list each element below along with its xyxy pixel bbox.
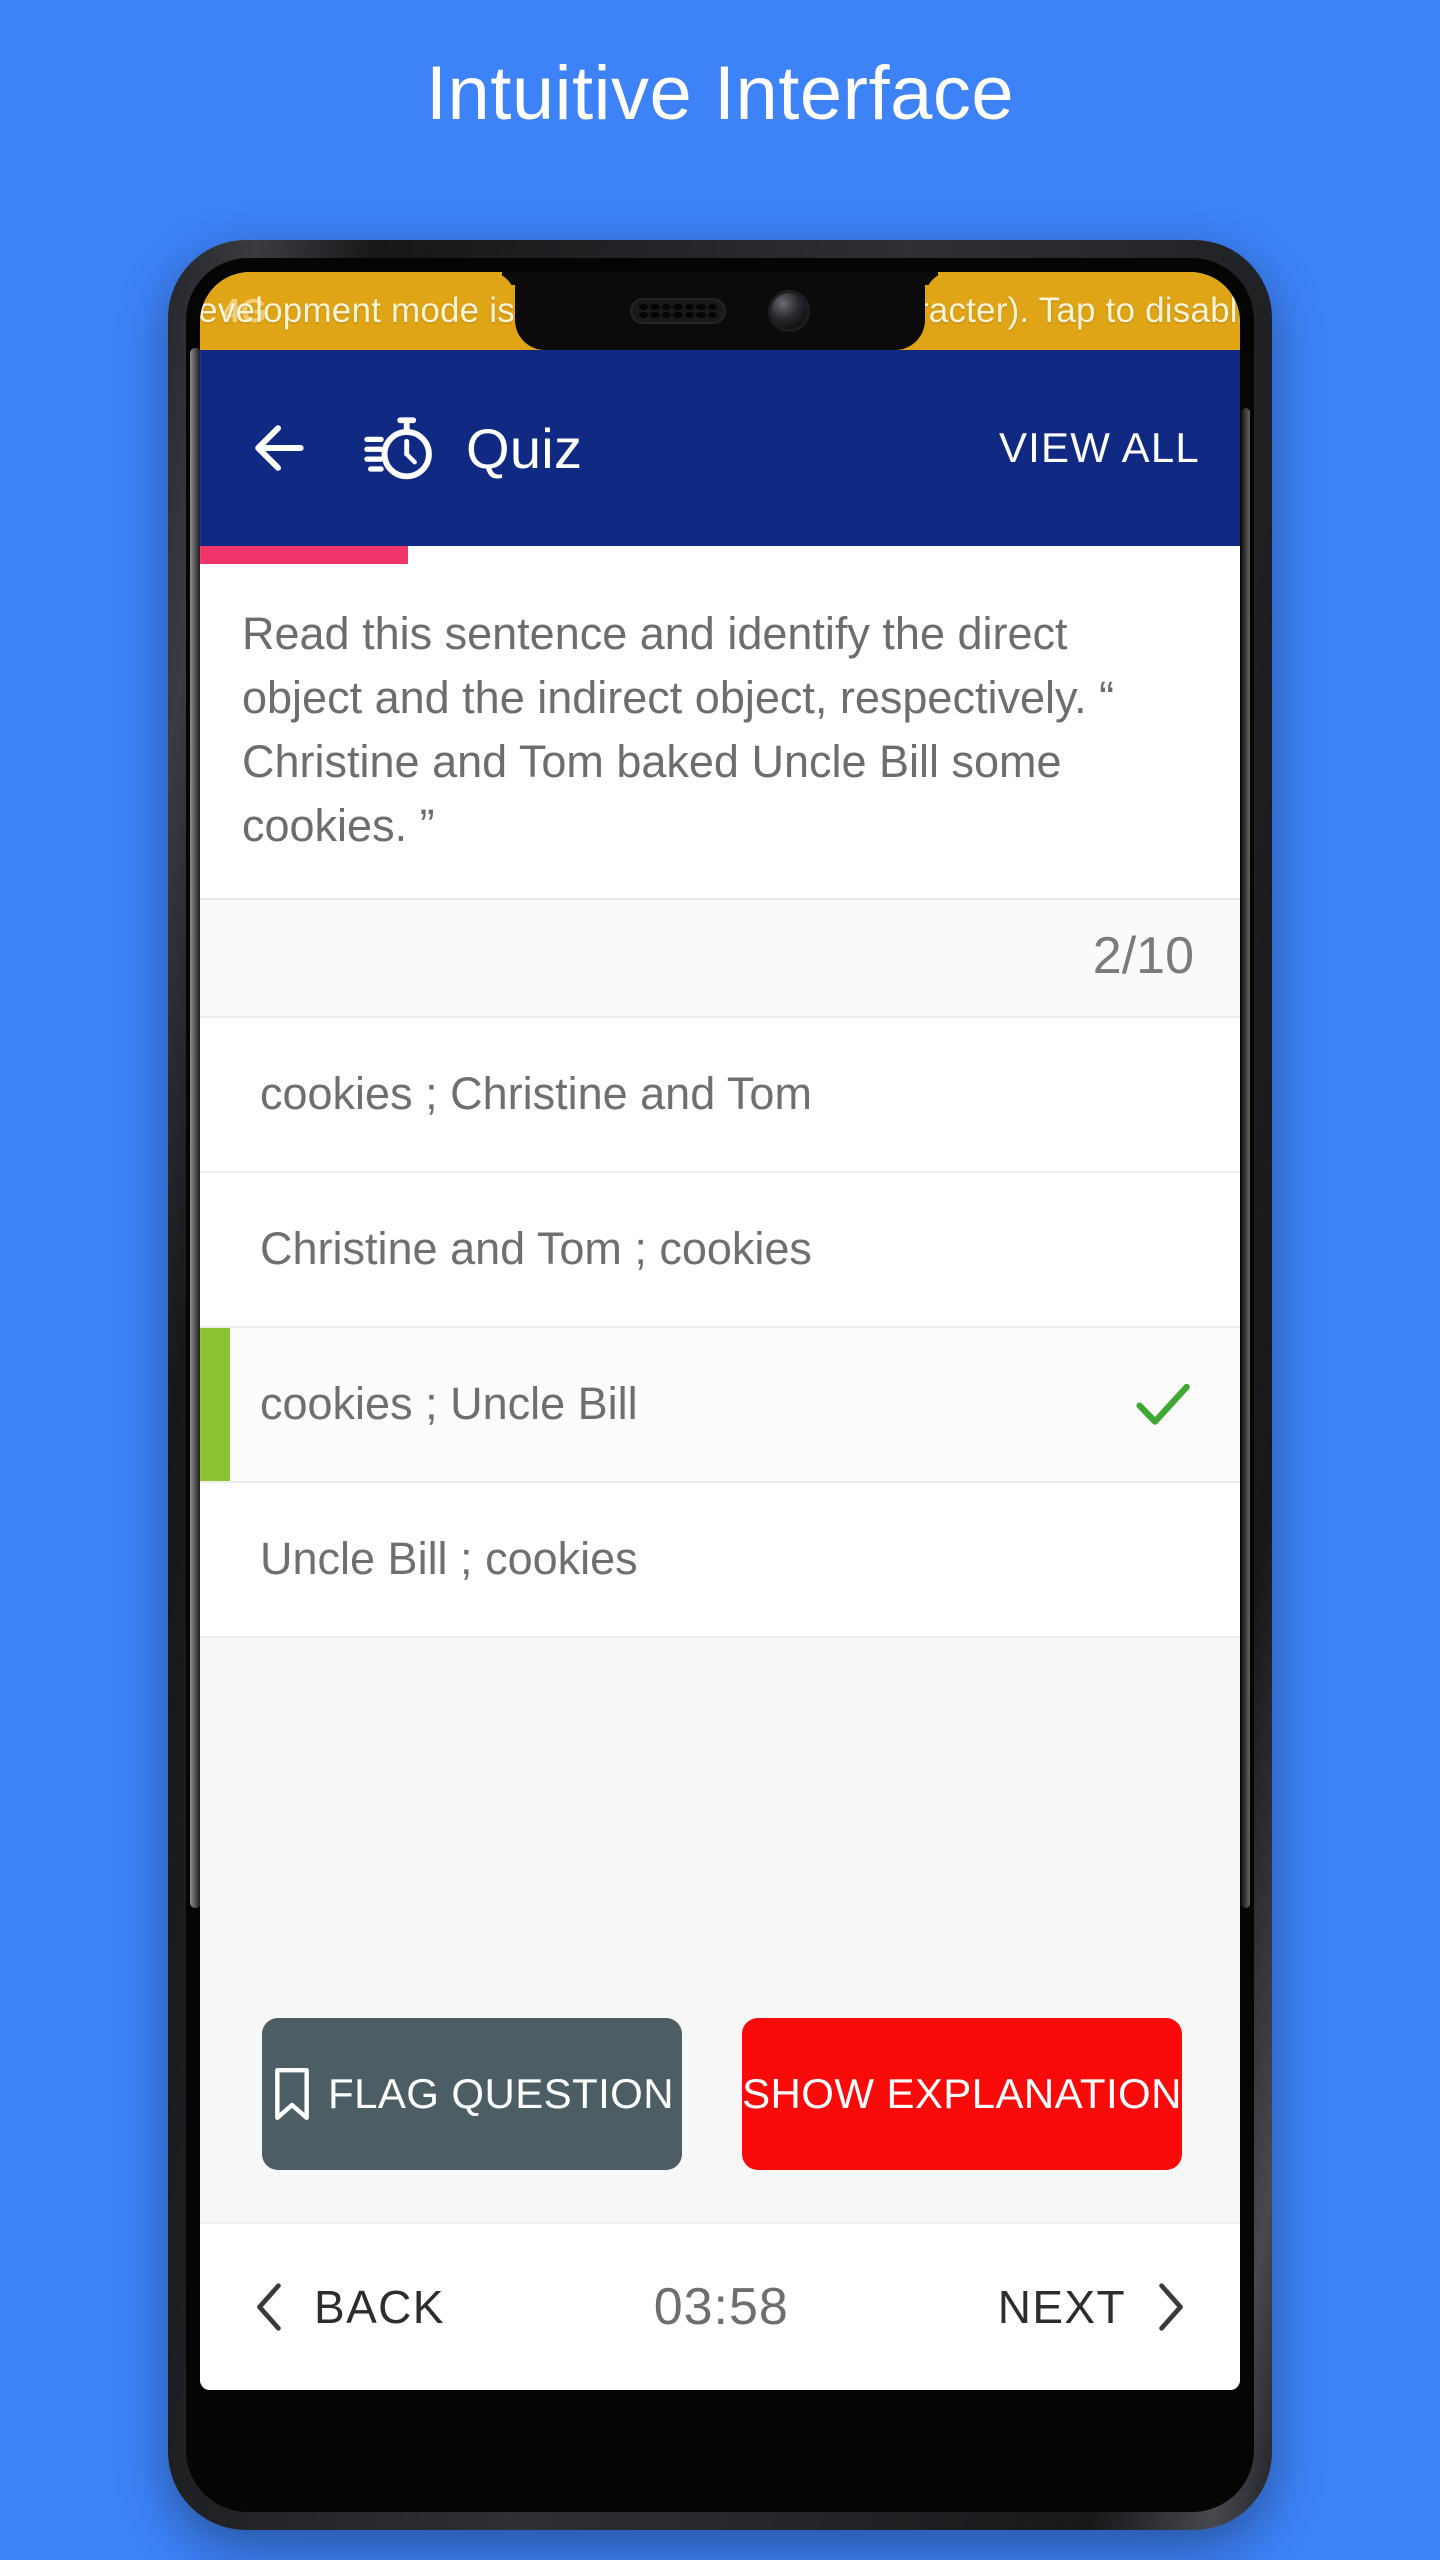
flag-question-button[interactable]: FLAG QUESTION xyxy=(262,2018,682,2170)
back-nav-button[interactable]: BACK xyxy=(252,2280,445,2334)
back-nav-label: BACK xyxy=(314,2281,445,2333)
question-text: Read this sentence and identify the dire… xyxy=(200,564,1240,900)
arrow-left-icon[interactable] xyxy=(244,414,312,482)
app-bar-title: Quiz xyxy=(466,416,583,480)
flag-question-label: FLAG QUESTION xyxy=(328,2070,674,2117)
chevron-right-icon xyxy=(1159,2283,1183,2331)
earpiece-speaker-icon xyxy=(630,298,726,324)
bookmark-icon xyxy=(275,2067,309,2121)
page-root: Intuitive Interface 4G evelopment mode i… xyxy=(0,0,1440,2560)
answer-option[interactable]: cookies ; Christine and Tom xyxy=(200,1017,1240,1173)
answer-option-label: cookies ; Uncle Bill xyxy=(260,1378,638,1430)
answer-option-selected[interactable]: cookies ; Uncle Bill xyxy=(200,1327,1240,1483)
phone-screen: 4G Development mode is on (running in de… xyxy=(200,272,1240,2390)
answer-option[interactable]: Uncle Bill ; cookies xyxy=(200,1482,1240,1638)
phone-mockup: 4G Development mode is on (running in de… xyxy=(168,240,1272,2530)
check-icon xyxy=(1136,1383,1190,1425)
next-nav-label: NEXT xyxy=(997,2281,1126,2333)
bottom-navigation-bar: BACK 03:58 NEXT xyxy=(200,2222,1240,2390)
stopwatch-icon xyxy=(364,417,432,480)
quiz-timer: 03:58 xyxy=(653,2278,789,2336)
phone-notch xyxy=(515,272,925,350)
phone-chin xyxy=(200,2390,1240,2512)
bezel-highlight-right xyxy=(1241,408,1250,1908)
question-counter: 2/10 xyxy=(200,899,1240,1018)
answer-option-label: Uncle Bill ; cookies xyxy=(260,1533,638,1585)
content-spacer xyxy=(200,1637,1240,2018)
show-explanation-label: SHOW EXPLANATION xyxy=(742,2070,1182,2117)
answer-option-label: cookies ; Christine and Tom xyxy=(260,1068,812,1120)
answer-option-label: Christine and Tom ; cookies xyxy=(260,1223,812,1275)
quiz-progress-fill xyxy=(200,546,408,564)
answer-options-list: cookies ; Christine and Tom Christine an… xyxy=(200,1017,1240,1638)
app-bar: Quiz VIEW ALL xyxy=(200,350,1240,546)
chevron-left-icon xyxy=(257,2283,281,2331)
front-camera-icon xyxy=(768,290,810,332)
action-button-row: FLAG QUESTION SHOW EXPLANATION xyxy=(200,2018,1240,2222)
show-explanation-button[interactable]: SHOW EXPLANATION xyxy=(742,2018,1182,2170)
phone-bezel: 4G Development mode is on (running in de… xyxy=(186,258,1254,2512)
answer-option[interactable]: Christine and Tom ; cookies xyxy=(200,1172,1240,1328)
next-nav-button[interactable]: NEXT xyxy=(998,2280,1188,2334)
page-title: Intuitive Interface xyxy=(425,51,1015,136)
quiz-progress-bar xyxy=(200,546,1240,564)
view-all-button[interactable]: VIEW ALL xyxy=(999,424,1200,472)
